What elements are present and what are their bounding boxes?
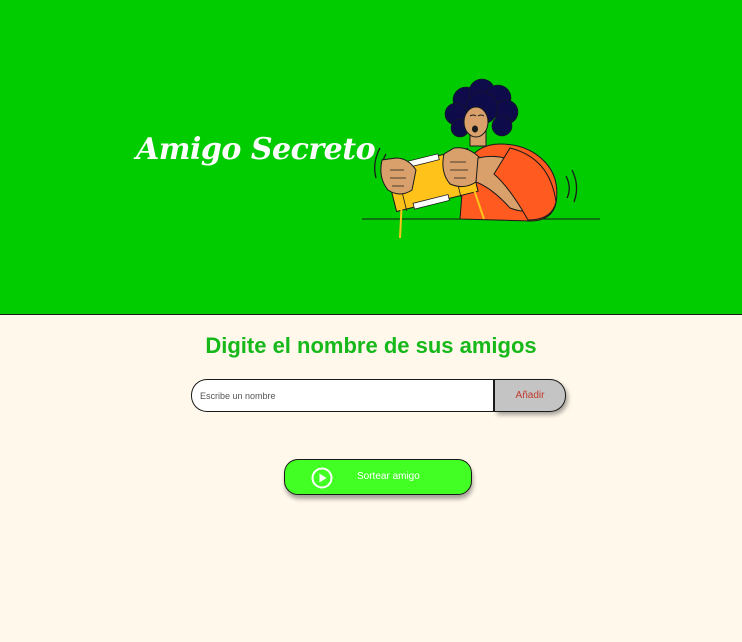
draw-friend-button[interactable]: Sortear amigo [284,459,472,495]
page-title: Amigo Secreto [136,132,376,167]
name-input[interactable] [191,379,495,412]
name-entry-row: Añadir [191,379,566,412]
section-title: Digite el nombre de sus amigos [205,333,537,358]
play-circle-icon [311,467,333,489]
draw-friend-label: Sortear amigo [357,471,420,482]
add-button[interactable]: Añadir [495,379,566,412]
person-with-gift-illustration [362,78,600,239]
header-banner: Amigo Secreto [0,0,742,315]
